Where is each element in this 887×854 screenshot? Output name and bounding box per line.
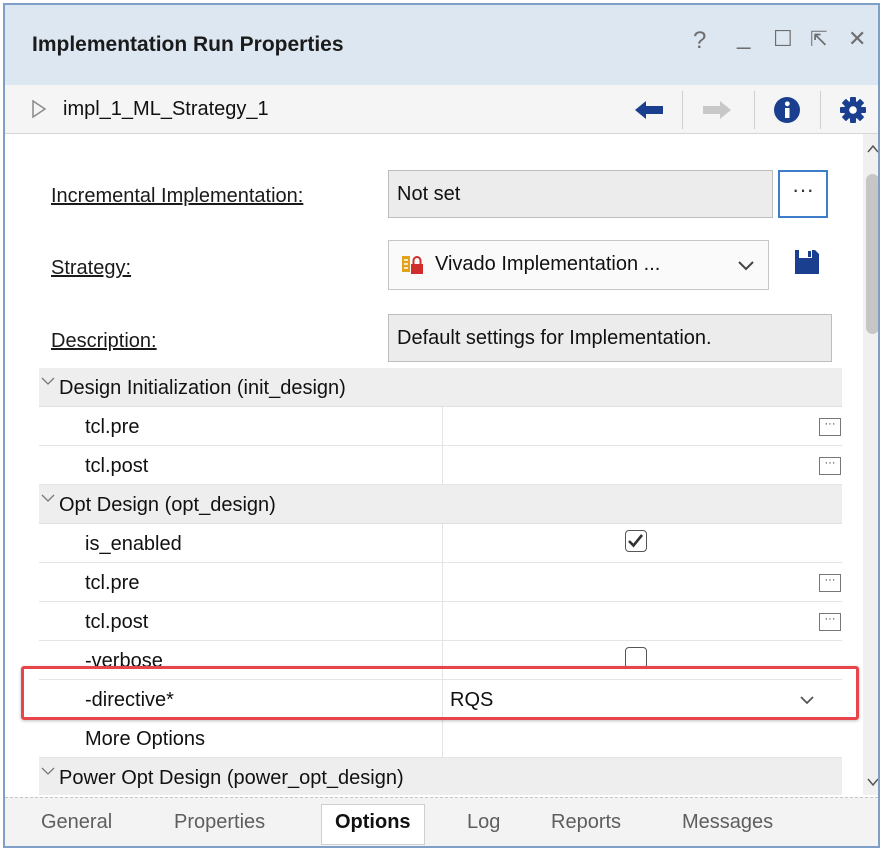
property-value — [442, 524, 843, 562]
vertical-scrollbar[interactable] — [863, 134, 878, 795]
run-name: impl_1_ML_Strategy_1 — [63, 98, 269, 120]
group-title: Power Opt Design (power_opt_design) — [59, 767, 404, 789]
window-title: Implementation Run Properties — [32, 33, 344, 56]
tab-properties[interactable]: Properties — [174, 811, 265, 834]
property-name: -verbose — [85, 650, 163, 672]
browse-file-icon[interactable]: ··· — [819, 418, 841, 436]
scrollbar-thumb[interactable] — [866, 174, 878, 334]
strategy-lock-icon — [399, 252, 425, 281]
directive-value: RQS — [450, 689, 494, 711]
properties-window: Implementation Run Properties ? _ ☐ ⇱ ✕ … — [3, 3, 880, 848]
group-power-opt-design[interactable]: Power Opt Design (power_opt_design) — [39, 758, 842, 795]
property-name: tcl.post — [85, 611, 149, 633]
chevron-down-icon — [41, 491, 55, 510]
property-value — [442, 641, 843, 679]
group-title: Design Initialization (init_design) — [59, 377, 346, 399]
save-strategy-icon[interactable] — [793, 248, 821, 281]
scroll-down-icon[interactable] — [867, 774, 878, 790]
property-name: -directive* — [85, 689, 174, 711]
tab-reports[interactable]: Reports — [551, 811, 621, 834]
property-name: tcl.post — [85, 455, 149, 477]
property-table: Design Initialization (init_design) tcl.… — [39, 368, 842, 795]
strategy-dropdown[interactable]: Vivado Implementation ... — [388, 240, 769, 290]
float-button[interactable]: ⇱ — [810, 27, 828, 52]
table-row: tcl.post ··· — [39, 602, 842, 641]
group-init-design[interactable]: Design Initialization (init_design) — [39, 368, 842, 407]
strategy-value: Vivado Implementation ... — [435, 253, 661, 275]
table-row: -verbose — [39, 641, 842, 680]
play-icon[interactable] — [31, 99, 47, 124]
property-name: tcl.pre — [85, 416, 140, 438]
help-button[interactable]: ? — [693, 27, 706, 55]
property-value[interactable]: ··· — [442, 407, 843, 445]
toolbar-separator — [820, 91, 821, 129]
strategy-label: Strategy: — [51, 257, 132, 279]
property-value[interactable] — [442, 719, 843, 757]
chevron-down-icon — [41, 374, 55, 393]
gear-icon[interactable] — [839, 96, 867, 129]
options-panel: Incremental Implementation: Not set ··· … — [5, 134, 863, 795]
toolbar-separator — [754, 91, 755, 129]
browse-file-icon[interactable]: ··· — [819, 574, 841, 592]
toolbar-separator — [682, 91, 683, 129]
tab-options[interactable]: Options — [321, 804, 425, 845]
table-row: is_enabled — [39, 524, 842, 563]
maximize-button[interactable]: ☐ — [773, 26, 793, 52]
run-toolbar: impl_1_ML_Strategy_1 — [5, 85, 878, 134]
browse-button[interactable]: ··· — [778, 170, 828, 218]
table-row-directive: -directive* RQS — [39, 680, 842, 719]
table-row: tcl.pre ··· — [39, 407, 842, 446]
back-arrow-icon[interactable] — [634, 100, 664, 125]
group-opt-design[interactable]: Opt Design (opt_design) — [39, 485, 842, 524]
browse-file-icon[interactable]: ··· — [819, 457, 841, 475]
description-label: Description: — [51, 330, 157, 352]
property-name: More Options — [85, 728, 206, 750]
tab-general[interactable]: General — [41, 811, 112, 834]
tab-log[interactable]: Log — [467, 811, 500, 834]
title-bar: Implementation Run Properties ? _ ☐ ⇱ ✕ — [5, 5, 878, 86]
forward-arrow-icon[interactable] — [702, 100, 732, 125]
is-enabled-checkbox[interactable] — [625, 530, 647, 552]
directive-dropdown[interactable]: RQS — [442, 680, 843, 718]
verbose-checkbox[interactable] — [625, 647, 647, 669]
group-title: Opt Design (opt_design) — [59, 494, 276, 516]
incremental-field[interactable]: Not set — [388, 170, 773, 218]
chevron-down-icon — [41, 764, 55, 783]
property-name: tcl.pre — [85, 572, 140, 594]
incremental-label: Incremental Implementation: — [51, 185, 304, 207]
close-button[interactable]: ✕ — [848, 26, 866, 52]
scroll-up-icon[interactable] — [867, 140, 878, 156]
chevron-down-icon — [737, 259, 755, 277]
browse-file-icon[interactable]: ··· — [819, 613, 841, 631]
property-name: is_enabled — [85, 533, 182, 555]
table-row: tcl.post ··· — [39, 446, 842, 485]
property-value[interactable]: ··· — [442, 563, 843, 601]
minimize-button[interactable]: _ — [737, 23, 750, 51]
chevron-down-icon — [799, 693, 815, 711]
table-row: More Options — [39, 719, 842, 758]
property-value[interactable]: ··· — [442, 446, 843, 484]
description-field: Default settings for Implementation. — [388, 314, 832, 362]
table-row: tcl.pre ··· — [39, 563, 842, 602]
tab-messages[interactable]: Messages — [682, 811, 773, 834]
info-icon[interactable] — [773, 96, 801, 129]
bottom-tab-bar: General Properties Options Log Reports M… — [5, 797, 878, 846]
property-value[interactable]: ··· — [442, 602, 843, 640]
